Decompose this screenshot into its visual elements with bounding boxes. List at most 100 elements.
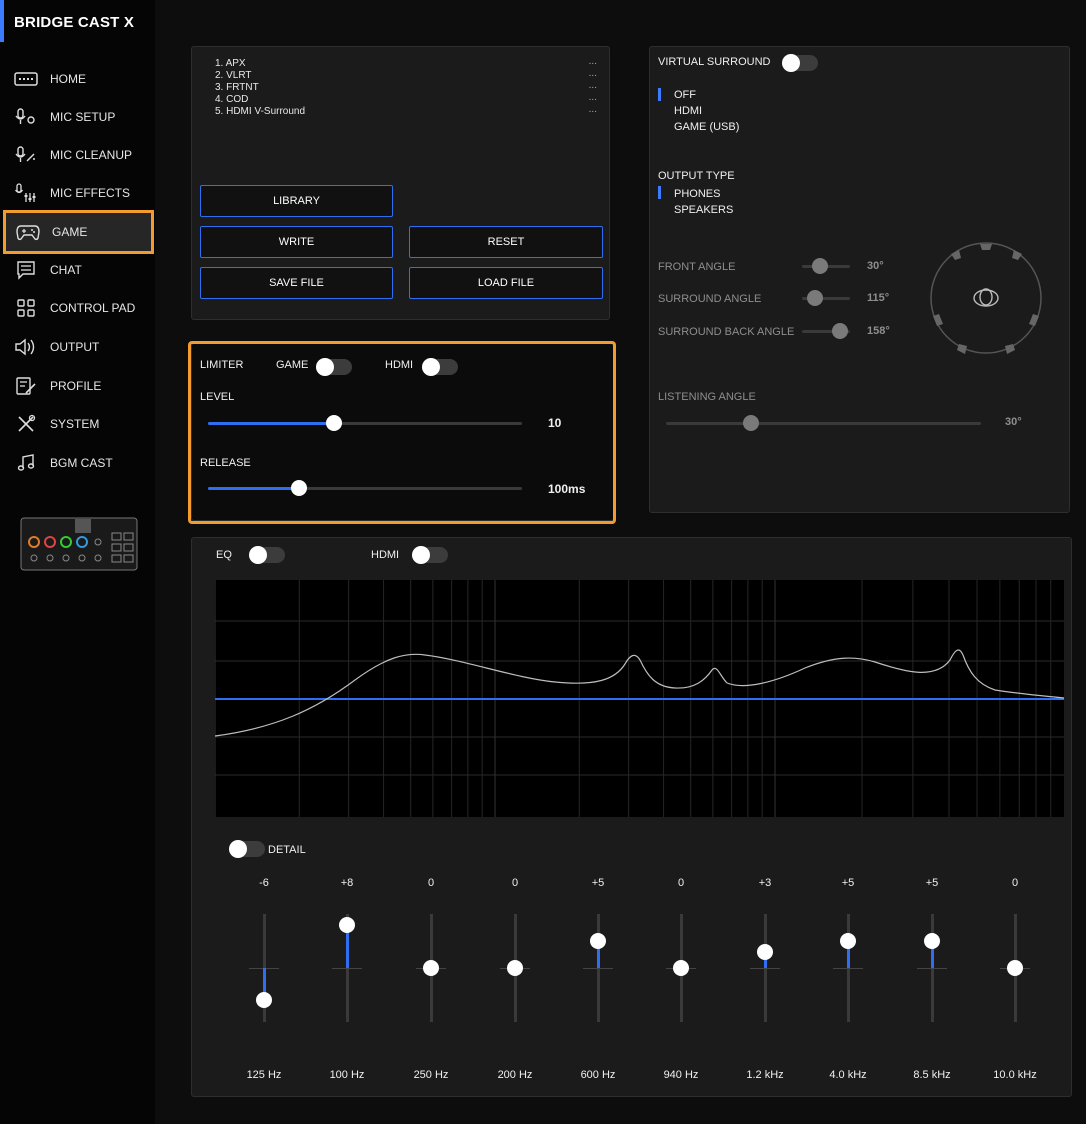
sidebar-item-game[interactable]: GAME: [3, 210, 154, 254]
output-type-phones[interactable]: PHONES: [674, 188, 720, 200]
eq-band-slider[interactable]: [583, 914, 613, 1024]
eq-band-slider[interactable]: [666, 914, 696, 1024]
listening-angle-slider[interactable]: [666, 413, 981, 433]
eq-band-slider[interactable]: [917, 914, 947, 1024]
speaker-icon: [14, 337, 38, 357]
sidebar-item-system[interactable]: SYSTEM: [4, 405, 153, 443]
preset-more-button[interactable]: ...: [589, 68, 597, 79]
eq-hdmi-label: HDMI: [371, 549, 400, 561]
preset-item[interactable]: 5. HDMI V-Surround...: [215, 104, 605, 118]
sidebar-item-mic-setup[interactable]: MIC SETUP: [4, 98, 153, 136]
surround-angle-slider[interactable]: [802, 288, 850, 308]
surround-back-angle-label: SURROUND BACK ANGLE: [658, 326, 795, 338]
write-button[interactable]: WRITE: [200, 226, 393, 258]
sidebar-item-chat[interactable]: CHAT: [4, 251, 153, 289]
slider-thumb[interactable]: [507, 960, 523, 976]
preset-more-button[interactable]: ...: [589, 80, 597, 91]
preset-more-button[interactable]: ...: [589, 104, 597, 115]
slider-fill: [208, 422, 334, 425]
eq-band-frequency: 10.0 kHz: [993, 1069, 1037, 1081]
eq-band-slider[interactable]: [833, 914, 863, 1024]
sidebar-item-mic-effects[interactable]: MIC EFFECTS: [4, 174, 153, 212]
eq-band-slider[interactable]: [750, 914, 780, 1024]
eq-band-slider[interactable]: [416, 914, 446, 1024]
slider-thumb[interactable]: [743, 415, 759, 431]
sidebar-item-label: MIC CLEANUP: [50, 148, 133, 162]
slider-thumb[interactable]: [924, 933, 940, 950]
listening-angle-value: 30°: [1005, 416, 1022, 428]
slider-zero-mark: [917, 968, 947, 969]
title-accent-bar: [0, 0, 4, 42]
eq-band-slider[interactable]: [500, 914, 530, 1024]
slider-thumb[interactable]: [590, 933, 606, 950]
front-angle-slider[interactable]: [802, 256, 850, 276]
sidebar-item-bgm-cast[interactable]: BGM CAST: [4, 444, 153, 482]
slider-thumb[interactable]: [673, 960, 689, 976]
eq-detail-toggle[interactable]: [229, 840, 265, 858]
surround-mode-hdmi[interactable]: HDMI: [674, 105, 702, 117]
preset-more-button[interactable]: ...: [589, 92, 597, 103]
surround-back-angle-slider[interactable]: [802, 321, 850, 341]
eq-toggle[interactable]: [249, 546, 285, 564]
limiter-level-slider[interactable]: [208, 413, 522, 433]
slider-thumb[interactable]: [840, 933, 856, 950]
mic-sparkle-icon: [14, 145, 38, 165]
eq-hdmi-toggle[interactable]: [412, 546, 448, 564]
limiter-hdmi-toggle[interactable]: [422, 358, 458, 376]
virtual-surround-toggle[interactable]: [782, 54, 818, 72]
eq-response-curve: [214, 649, 1065, 737]
eq-band-slider[interactable]: [332, 914, 362, 1024]
sidebar-item-label: CHAT: [50, 263, 82, 277]
preset-item[interactable]: 4. COD...: [215, 92, 605, 106]
preset-item[interactable]: 3. FRTNT...: [215, 80, 605, 94]
eq-band-slider[interactable]: [1000, 914, 1030, 1024]
slider-thumb[interactable]: [339, 917, 355, 934]
limiter-release-slider[interactable]: [208, 478, 522, 498]
slider-thumb[interactable]: [757, 944, 773, 960]
eq-detail-label: DETAIL: [268, 844, 306, 856]
library-button[interactable]: LIBRARY: [200, 185, 393, 217]
eq-band-frequency: 600 Hz: [580, 1069, 616, 1081]
eq-response-graph: [214, 580, 1065, 817]
tools-icon: [14, 414, 38, 434]
limiter-game-label: GAME: [276, 359, 309, 371]
slider-thumb[interactable]: [291, 480, 308, 496]
front-angle-value: 30°: [867, 260, 884, 272]
device-thumbnail[interactable]: [20, 517, 138, 571]
preset-item[interactable]: 1. APX...: [215, 56, 605, 70]
output-type-speakers[interactable]: SPEAKERS: [674, 204, 733, 216]
surround-mode-game-usb[interactable]: GAME (USB): [674, 121, 739, 133]
sidebar-item-mic-cleanup[interactable]: MIC CLEANUP: [4, 136, 153, 174]
eq-band-gain: 0: [511, 877, 519, 889]
sidebar-item-label: HOME: [50, 72, 86, 86]
slider-thumb[interactable]: [1007, 960, 1023, 976]
slider-thumb[interactable]: [423, 960, 439, 976]
eq-band-frequency: 1.2 kHz: [746, 1069, 784, 1081]
eq-band-gain: +5: [925, 877, 939, 889]
eq-band-slider[interactable]: [249, 914, 279, 1024]
eq-band-frequency: 100 Hz: [329, 1069, 365, 1081]
sidebar-item-profile[interactable]: PROFILE: [4, 367, 153, 405]
slider-thumb[interactable]: [256, 992, 272, 1008]
limiter-level-label: LEVEL: [200, 391, 235, 403]
reset-button[interactable]: RESET: [409, 226, 603, 258]
preset-item[interactable]: 2. VLRT...: [215, 68, 605, 82]
slider-thumb[interactable]: [325, 415, 342, 431]
save-file-button[interactable]: SAVE FILE: [200, 267, 393, 299]
eq-band-gain: +5: [591, 877, 605, 889]
sidebar-item-output[interactable]: OUTPUT: [4, 328, 153, 366]
preset-more-button[interactable]: ...: [589, 56, 597, 67]
slider-thumb[interactable]: [812, 258, 828, 274]
surround-mode-off[interactable]: OFF: [674, 89, 696, 101]
slider-thumb[interactable]: [807, 290, 823, 306]
load-file-button[interactable]: LOAD FILE: [409, 267, 603, 299]
eq-band-gain: 0: [1011, 877, 1019, 889]
limiter-game-toggle[interactable]: [316, 358, 352, 376]
sidebar-item-label: GAME: [52, 225, 88, 239]
sidebar-item-control-pad[interactable]: CONTROL PAD: [4, 289, 153, 327]
slider-thumb[interactable]: [832, 323, 848, 339]
sidebar-item-home[interactable]: HOME: [4, 60, 153, 98]
grid-icon: [14, 298, 38, 318]
limiter-level-value: 10: [548, 416, 562, 430]
surround-back-angle-value: 158°: [867, 325, 890, 337]
